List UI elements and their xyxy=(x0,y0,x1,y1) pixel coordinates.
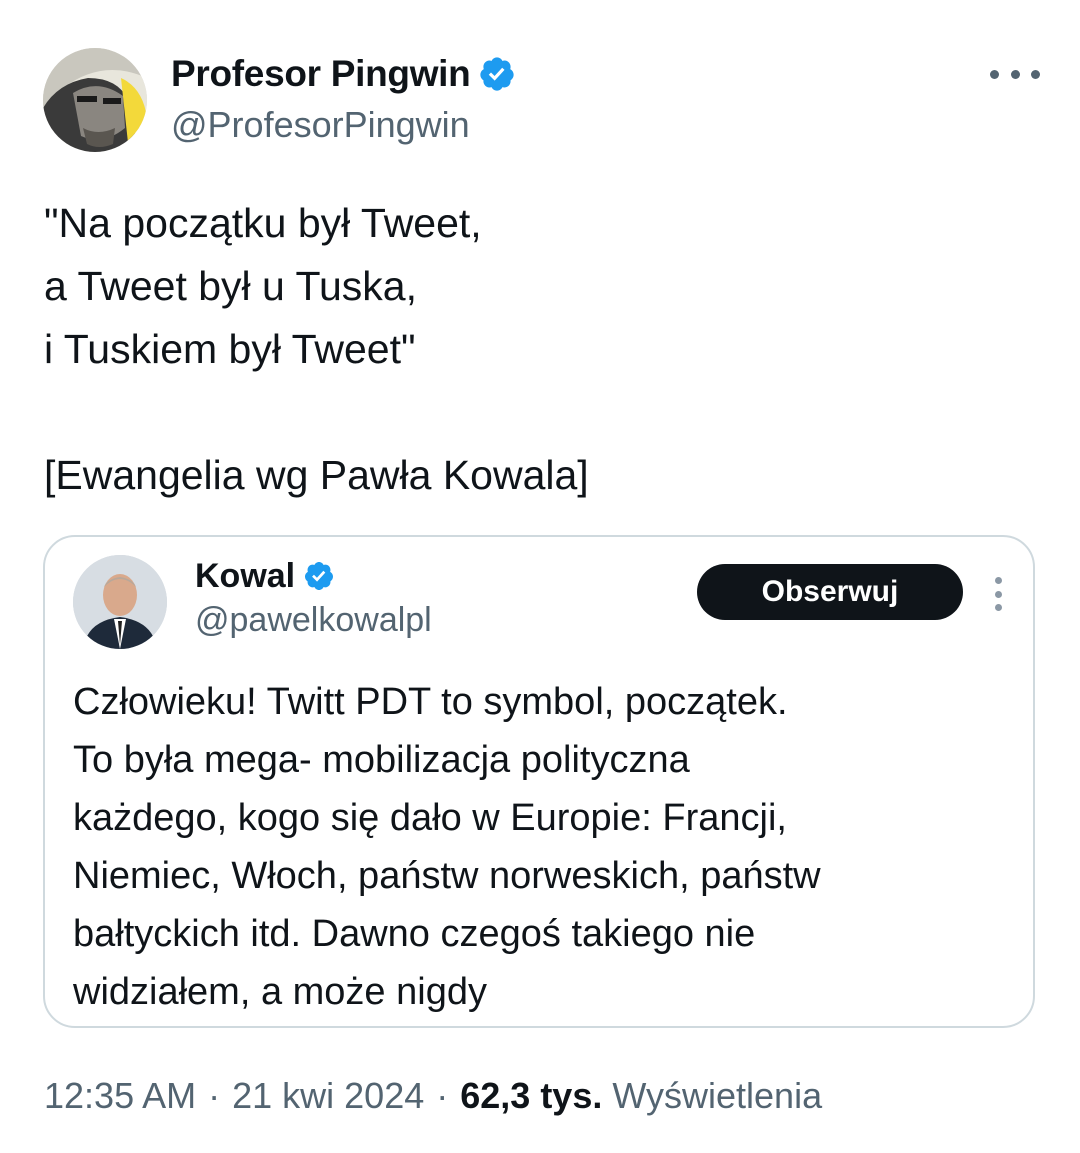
more-options-button[interactable] xyxy=(990,60,1040,88)
author-handle[interactable]: @ProfesorPingwin xyxy=(171,104,470,146)
verified-badge-icon xyxy=(480,57,515,91)
quoted-tweet-text: Człowieku! Twitt PDT to symbol, początek… xyxy=(73,673,1023,1021)
quoted-text-line: Niemiec, Włoch, państw norweskich, państ… xyxy=(73,855,821,897)
quoted-author-avatar[interactable] xyxy=(73,555,167,649)
quoted-author-name-row[interactable]: Kowal xyxy=(195,556,335,596)
quoted-tweet[interactable]: Kowal @pawelkowalpl Obserwuj Człowieku! … xyxy=(43,535,1035,1028)
author-display-name[interactable]: Profesor Pingwin xyxy=(171,53,471,95)
views-label[interactable]: Wyświetlenia xyxy=(612,1075,822,1117)
more-vertical-icon-dot xyxy=(994,590,1002,598)
separator-dot: · xyxy=(208,1075,221,1116)
more-vertical-icon-dot xyxy=(994,577,1002,584)
quoted-text-line: bałtyckich itd. Dawno czegoś takiego nie xyxy=(73,913,756,955)
quoted-more-options-button[interactable] xyxy=(993,577,1003,611)
more-horizontal-icon-dot xyxy=(1031,69,1040,79)
follow-button[interactable]: Obserwuj xyxy=(697,564,963,620)
quoted-text-line: Człowieku! Twitt PDT to symbol, początek… xyxy=(73,681,788,723)
more-vertical-icon-dot xyxy=(994,604,1002,611)
tweet-text-line: i Tuskiem był Tweet" xyxy=(44,326,416,372)
tweet-text-line: "Na początku był Tweet, xyxy=(44,200,482,246)
more-horizontal-icon-dot xyxy=(990,69,999,79)
quoted-text-line: widziałem, a może nigdy xyxy=(73,971,487,1013)
tweet-metadata: 12:35 AM · 21 kwi 2024 · 62,3 tys. Wyświ… xyxy=(44,1075,822,1117)
author-avatar[interactable] xyxy=(43,48,147,152)
tweet-text-signature: [Ewangelia wg Pawła Kowala] xyxy=(44,452,589,498)
separator-dot: · xyxy=(436,1075,449,1116)
verified-badge-icon xyxy=(305,562,334,590)
quoted-author-handle[interactable]: @pawelkowalpl xyxy=(195,601,432,640)
quoted-text-line: każdego, kogo się dało w Europie: Francj… xyxy=(73,797,787,839)
tweet: Profesor Pingwin @ProfesorPingwin "Na po… xyxy=(0,0,1080,1153)
views-count: 62,3 tys. xyxy=(460,1075,603,1116)
tweet-text: "Na początku był Tweet, a Tweet był u Tu… xyxy=(44,192,1044,507)
tweet-text-line: a Tweet był u Tuska, xyxy=(44,263,418,309)
person-photo-icon xyxy=(73,555,167,649)
avatar-illustration-icon xyxy=(43,48,147,152)
quoted-author-display-name[interactable]: Kowal xyxy=(195,557,295,596)
tweet-time[interactable]: 12:35 AM xyxy=(44,1075,196,1117)
tweet-text-gap xyxy=(44,381,1044,444)
quoted-text-line: To była mega- mobilizacja polityczna xyxy=(73,739,690,781)
more-horizontal-icon-dot xyxy=(1010,69,1020,79)
tweet-date[interactable]: 21 kwi 2024 xyxy=(232,1075,424,1117)
author-name-row[interactable]: Profesor Pingwin xyxy=(171,50,516,98)
